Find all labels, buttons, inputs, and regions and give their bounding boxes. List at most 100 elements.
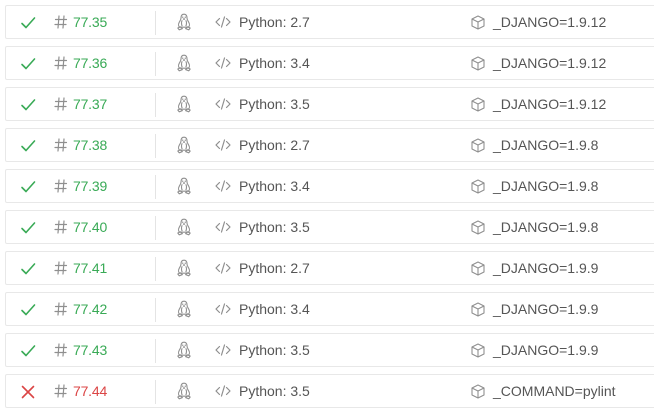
job-row[interactable]: 77.40 Python: 3.5 _DJANGO=1.9.8 <box>5 210 654 244</box>
language-label: Python: 3.4 <box>239 55 310 71</box>
env-label: _DJANGO=1.9.8 <box>493 137 599 153</box>
language-label: Python: 2.7 <box>239 260 310 276</box>
checkmark-icon <box>20 302 36 318</box>
job-number[interactable]: 77.42 <box>73 301 107 317</box>
job-row[interactable]: 77.35 Python: 2.7 _DJANGO=1.9.12 <box>5 5 654 39</box>
package-box-icon <box>471 302 485 317</box>
language-label: Python: 3.5 <box>239 342 310 358</box>
divider <box>155 257 156 281</box>
divider <box>155 11 156 35</box>
job-row[interactable]: 77.39 Python: 3.4 _DJANGO=1.9.8 <box>5 169 654 203</box>
env-label: _DJANGO=1.9.9 <box>493 260 599 276</box>
hash-icon <box>54 178 68 194</box>
divider <box>155 380 156 404</box>
hash-icon <box>54 301 68 317</box>
linux-tux-icon <box>176 382 192 400</box>
checkmark-icon <box>20 15 36 31</box>
hash-icon <box>54 55 68 71</box>
job-number[interactable]: 77.37 <box>73 96 107 112</box>
checkmark-icon <box>20 97 36 113</box>
env-label: _COMMAND=pylint <box>493 383 616 399</box>
env-label: _DJANGO=1.9.12 <box>493 55 607 71</box>
checkmark-icon <box>20 179 36 195</box>
hash-icon <box>54 14 68 30</box>
linux-tux-icon <box>176 13 192 31</box>
env-label: _DJANGO=1.9.12 <box>493 14 607 30</box>
divider <box>155 298 156 322</box>
divider <box>155 93 156 117</box>
job-row[interactable]: 77.37 Python: 3.5 _DJANGO=1.9.12 <box>5 87 654 121</box>
code-icon <box>215 385 231 397</box>
linux-tux-icon <box>176 341 192 359</box>
job-row[interactable]: 77.42 Python: 3.4 _DJANGO=1.9.9 <box>5 292 654 326</box>
language-label: Python: 3.5 <box>239 96 310 112</box>
code-icon <box>215 344 231 356</box>
job-number[interactable]: 77.35 <box>73 14 107 30</box>
env-label: _DJANGO=1.9.8 <box>493 219 599 235</box>
package-box-icon <box>471 97 485 112</box>
divider <box>155 175 156 199</box>
package-box-icon <box>471 56 485 71</box>
code-icon <box>215 16 231 28</box>
job-number[interactable]: 77.43 <box>73 342 107 358</box>
linux-tux-icon <box>176 54 192 72</box>
linux-tux-icon <box>176 177 192 195</box>
env-label: _DJANGO=1.9.9 <box>493 301 599 317</box>
linux-tux-icon <box>176 300 192 318</box>
hash-icon <box>54 383 68 399</box>
code-icon <box>215 57 231 69</box>
package-box-icon <box>471 261 485 276</box>
job-number[interactable]: 77.36 <box>73 55 107 71</box>
code-icon <box>215 139 231 151</box>
divider <box>155 134 156 158</box>
job-number[interactable]: 77.38 <box>73 137 107 153</box>
code-icon <box>215 262 231 274</box>
hash-icon <box>54 96 68 112</box>
checkmark-icon <box>20 261 36 277</box>
build-jobs-list: 77.35 Python: 2.7 _DJANGO=1.9.12 77.36 Pytho… <box>0 0 654 414</box>
job-number[interactable]: 77.41 <box>73 260 107 276</box>
job-row[interactable]: 77.38 Python: 2.7 _DJANGO=1.9.8 <box>5 128 654 162</box>
language-label: Python: 2.7 <box>239 137 310 153</box>
checkmark-icon <box>20 56 36 72</box>
code-icon <box>215 303 231 315</box>
job-row[interactable]: 77.43 Python: 3.5 _DJANGO=1.9.9 <box>5 333 654 367</box>
env-label: _DJANGO=1.9.9 <box>493 342 599 358</box>
checkmark-icon <box>20 343 36 359</box>
env-label: _DJANGO=1.9.12 <box>493 96 607 112</box>
package-box-icon <box>471 384 485 399</box>
linux-tux-icon <box>176 218 192 236</box>
hash-icon <box>54 342 68 358</box>
package-box-icon <box>471 179 485 194</box>
linux-tux-icon <box>176 136 192 154</box>
linux-tux-icon <box>176 95 192 113</box>
code-icon <box>215 180 231 192</box>
package-box-icon <box>471 220 485 235</box>
code-icon <box>215 221 231 233</box>
package-box-icon <box>471 343 485 358</box>
language-label: Python: 2.7 <box>239 14 310 30</box>
job-number[interactable]: 77.40 <box>73 219 107 235</box>
package-box-icon <box>471 138 485 153</box>
divider <box>155 339 156 363</box>
language-label: Python: 3.5 <box>239 383 310 399</box>
language-label: Python: 3.4 <box>239 301 310 317</box>
language-label: Python: 3.4 <box>239 178 310 194</box>
job-row[interactable]: 77.44 Python: 3.5 _COMMAND=pylint <box>5 374 654 408</box>
code-icon <box>215 98 231 110</box>
job-row[interactable]: 77.41 Python: 2.7 _DJANGO=1.9.9 <box>5 251 654 285</box>
package-box-icon <box>471 15 485 30</box>
linux-tux-icon <box>176 259 192 277</box>
job-number[interactable]: 77.39 <box>73 178 107 194</box>
checkmark-icon <box>20 220 36 236</box>
job-number[interactable]: 77.44 <box>73 383 107 399</box>
hash-icon <box>54 219 68 235</box>
job-row[interactable]: 77.36 Python: 3.4 _DJANGO=1.9.12 <box>5 46 654 80</box>
hash-icon <box>54 137 68 153</box>
language-label: Python: 3.5 <box>239 219 310 235</box>
divider <box>155 52 156 76</box>
env-label: _DJANGO=1.9.8 <box>493 178 599 194</box>
divider <box>155 216 156 240</box>
hash-icon <box>54 260 68 276</box>
checkmark-icon <box>20 138 36 154</box>
